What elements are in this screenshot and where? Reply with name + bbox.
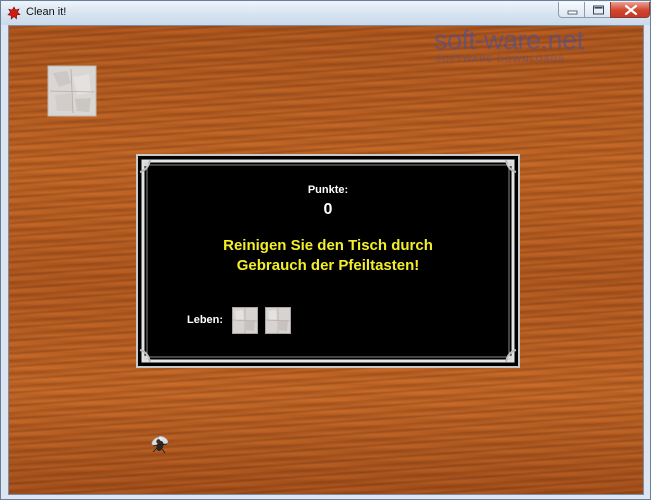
start-panel: Punkte: 0 Reinigen Sie den Tisch durch G… (136, 154, 520, 368)
points-label: Punkte: (307, 184, 349, 196)
napkin-sprite (47, 65, 97, 117)
minimize-button[interactable] (558, 2, 585, 18)
game-window: Clean it! soft-ware.net SOFTWARE DOWNLOA… (0, 0, 651, 500)
maximize-icon (593, 5, 604, 15)
app-stain-icon (7, 6, 21, 20)
watermark-logo: soft-ware.net (434, 25, 584, 55)
score-value: 0 (323, 201, 333, 218)
instruction-line-2: Gebrauch der Pfeiltasten! (236, 257, 420, 274)
game-table[interactable]: soft-ware.net SOFTWARE DOWNLOADS Punkte:… (8, 25, 644, 495)
watermark-tagline: SOFTWARE DOWNLOADS (435, 54, 566, 64)
close-icon (624, 4, 638, 16)
life-napkin-icon (232, 307, 258, 334)
fly-sprite (151, 435, 169, 454)
close-button[interactable] (610, 2, 650, 18)
life-napkin-icon (265, 307, 291, 334)
window-title: Clean it! (26, 6, 67, 18)
lives-label: Leben: (187, 314, 224, 326)
minimize-icon (567, 10, 578, 15)
title-bar[interactable]: Clean it! (1, 1, 650, 25)
instruction-line-1: Reinigen Sie den Tisch durch (223, 237, 433, 254)
watermark: soft-ware.net SOFTWARE DOWNLOADS (434, 25, 639, 67)
maximize-button[interactable] (584, 2, 611, 18)
